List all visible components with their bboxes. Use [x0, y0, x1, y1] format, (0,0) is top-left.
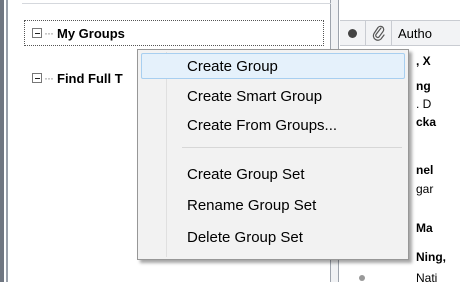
menu-item-delete-group-set[interactable]: Delete Group Set [141, 224, 405, 250]
author-cell: Ma [416, 221, 433, 235]
tree-node-my-groups[interactable]: ··· My Groups [32, 24, 125, 42]
author-cell: Nati [416, 271, 438, 282]
author-cell: gar [416, 182, 434, 196]
collapse-icon[interactable] [32, 73, 42, 83]
menu-item-rename-group-set[interactable]: Rename Group Set [141, 192, 405, 218]
tree-connector-icon: ··· [44, 26, 54, 40]
tree-node-find-full-text[interactable]: ··· Find Full T [32, 69, 123, 87]
menu-separator [182, 147, 402, 148]
menu-item-create-smart-group[interactable]: Create Smart Group [141, 83, 405, 109]
tree-connector-icon: ··· [44, 71, 54, 85]
reference-list-header: Autho [340, 20, 460, 46]
author-cell: nel [416, 163, 434, 177]
menu-item-create-group-set[interactable]: Create Group Set [141, 161, 405, 187]
tree-top-divider [22, 0, 331, 4]
endnote-window: ··· My Groups ··· Find Full T Autho , X … [0, 0, 460, 282]
author-cell: ng [416, 79, 431, 93]
read-status-column-header[interactable] [340, 21, 366, 45]
paperclip-icon [372, 25, 385, 41]
author-cell: Ning, [416, 250, 446, 264]
read-status-icon [359, 275, 365, 281]
author-cell: . D [416, 97, 432, 111]
menu-item-create-from-groups[interactable]: Create From Groups... [141, 112, 405, 138]
attachment-column-header[interactable] [366, 21, 392, 45]
author-cell: , X [416, 54, 431, 68]
table-row[interactable]: Nati [340, 269, 460, 282]
author-column-header[interactable]: Autho [392, 26, 432, 41]
tree-node-label: Find Full T [57, 70, 123, 86]
author-cell: cka [416, 115, 437, 129]
context-menu: Create Group Create Smart Group Create F… [137, 49, 409, 260]
collapse-icon[interactable] [32, 28, 42, 38]
read-status-icon [348, 28, 357, 38]
menu-item-create-group[interactable]: Create Group [141, 53, 405, 79]
tree-node-label: My Groups [57, 25, 125, 41]
